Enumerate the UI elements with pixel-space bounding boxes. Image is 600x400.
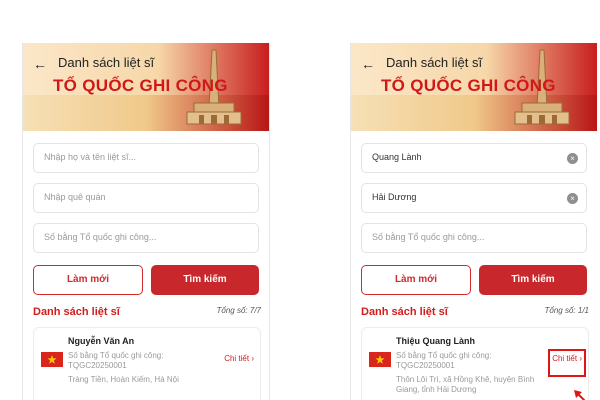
reset-button[interactable]: Làm mới (33, 265, 143, 295)
arrow-pointer-icon (574, 390, 586, 400)
certificate-input-placeholder: Số bằng Tổ quốc ghi công... (44, 232, 157, 242)
name-input-placeholder: Nhập họ và tên liệt sĩ... (44, 152, 137, 162)
reset-button[interactable]: Làm mới (361, 265, 471, 295)
phone-screen-initial: ← Danh sách liệt sĩ TỔ QUỐC GHI CÔNG Nhậ… (22, 43, 270, 400)
phone-screen-searched: ← Danh sách liệt sĩ TỔ QUỐC GHI CÔNG Qua… (350, 43, 597, 400)
list-title: Danh sách liệt sĩ (361, 306, 448, 318)
martyr-address: Tràng Tiền, Hoàn Kiếm, Hà Nội (68, 375, 179, 384)
martyr-name: Thiệu Quang Lành (396, 336, 475, 346)
back-button[interactable]: ← (33, 57, 47, 71)
hometown-input[interactable]: Nhập quê quán (33, 183, 259, 213)
detail-link[interactable]: Chi tiết › (224, 354, 254, 363)
back-button[interactable]: ← (361, 57, 375, 71)
certificate-input-placeholder: Số bằng Tổ quốc ghi công... (372, 232, 485, 242)
name-input[interactable]: Quang Lành × (361, 143, 587, 173)
vietnam-flag-icon (369, 352, 391, 367)
detail-highlight-box (548, 349, 586, 377)
martyr-name: Nguyễn Văn An (68, 336, 135, 346)
name-input-value: Quang Lành (372, 152, 422, 162)
list-item[interactable]: Nguyễn Văn An Số bằng Tổ quốc ghi công: … (33, 327, 261, 400)
list-total: Tổng số: 1/1 (544, 306, 589, 315)
header-banner: ← Danh sách liệt sĩ TỔ QUỐC GHI CÔNG (23, 43, 269, 131)
certificate-code: TQGC20250001 (68, 361, 127, 370)
vietnam-flag-icon (41, 352, 63, 367)
clear-icon[interactable]: × (567, 193, 578, 204)
certificate-label: Số bằng Tổ quốc ghi công: (396, 351, 492, 360)
name-input[interactable]: Nhập họ và tên liệt sĩ... (33, 143, 259, 173)
clear-icon[interactable]: × (567, 153, 578, 164)
hometown-input[interactable]: Hải Dương × (361, 183, 587, 213)
certificate-input[interactable]: Số bằng Tổ quốc ghi công... (361, 223, 587, 253)
certificate-code: TQGC20250001 (396, 361, 455, 370)
list-item[interactable]: Thiệu Quang Lành Số bằng Tổ quốc ghi côn… (361, 327, 589, 400)
header-banner: ← Danh sách liệt sĩ TỔ QUỐC GHI CÔNG (351, 43, 597, 131)
hometown-input-value: Hải Dương (372, 192, 417, 202)
hometown-input-placeholder: Nhập quê quán (44, 192, 106, 202)
list-total: Tổng số: 7/7 (216, 306, 261, 315)
list-title: Danh sách liệt sĩ (33, 306, 120, 318)
banner-text: TỔ QUỐC GHI CÔNG (53, 76, 228, 95)
page-title: Danh sách liệt sĩ (386, 55, 483, 70)
certificate-input[interactable]: Số bằng Tổ quốc ghi công... (33, 223, 259, 253)
page-title: Danh sách liệt sĩ (58, 55, 155, 70)
banner-text: TỔ QUỐC GHI CÔNG (381, 76, 556, 95)
search-button[interactable]: Tìm kiếm (479, 265, 587, 295)
martyr-address: Thôn Lôi Trì, xã Hồng Khê, huyện Bình Gi… (396, 375, 535, 394)
certificate-label: Số bằng Tổ quốc ghi công: (68, 351, 164, 360)
search-button[interactable]: Tìm kiếm (151, 265, 259, 295)
